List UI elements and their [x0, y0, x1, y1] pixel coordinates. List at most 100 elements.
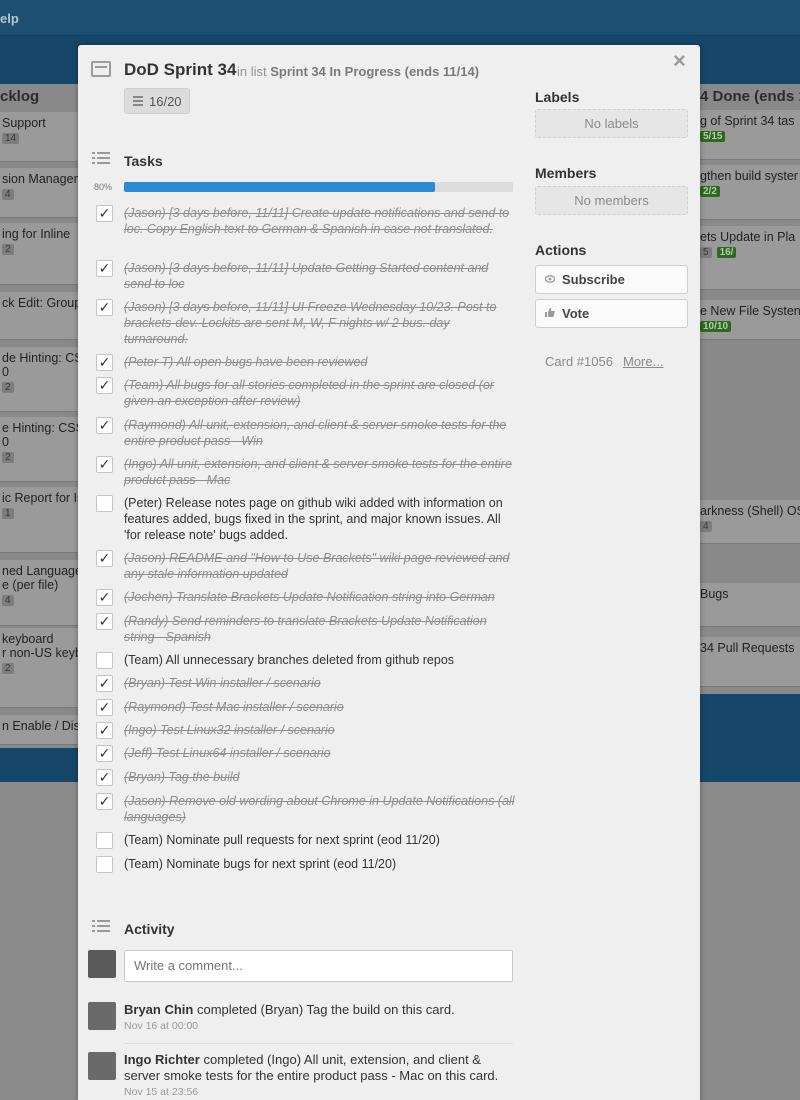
board-card[interactable]: de Hinting: CS 0 2 [0, 347, 79, 412]
board-card-title: ic Report for Is [2, 491, 79, 505]
card-list-info: in list Sprint 34 In Progress (ends 11/1… [237, 64, 479, 79]
board-card[interactable]: gthen build syster 2/2 [698, 165, 800, 220]
checklist-item-text[interactable]: (Jason) [3 days before, 11/11] UI Freeze… [124, 299, 516, 347]
activity-timestamp[interactable]: Nov 16 at 00:00 [124, 1020, 516, 1032]
checked-checkbox[interactable]: ✓ [96, 675, 113, 692]
checklist-item-text[interactable]: (Jason) [3 days before, 11/11] Update Ge… [124, 260, 516, 292]
top-header-bar: elp [0, 0, 800, 36]
checklist-item-text[interactable]: (Team) Nominate bugs for next sprint (eo… [124, 856, 516, 872]
checklist-item-text[interactable]: (Team) All unnecessary branches deleted … [124, 652, 516, 668]
unchecked-checkbox[interactable] [96, 856, 113, 873]
subscribe-button[interactable]: Subscribe [535, 265, 688, 294]
board-card[interactable]: ets Update in Pla 5 16/ [698, 226, 800, 290]
activity-text: Bryan Chin completed (Bryan) Tag the bui… [124, 1002, 516, 1018]
board-card-title: gthen build syster [700, 169, 798, 183]
labels-placeholder[interactable]: No labels [535, 109, 688, 138]
checklist-item: ✓ (Ingo) Test Linux32 installer / scenari… [96, 722, 516, 739]
board-card[interactable]: g of Sprint 34 tas 5/15 [698, 110, 800, 160]
unchecked-checkbox[interactable] [96, 832, 113, 849]
done-list: 4 Done (ends 11 g of Sprint 34 tas 5/15 gt… [698, 84, 800, 694]
board-card-title: ned Language [2, 564, 79, 578]
checklist-item-text[interactable]: (Raymond) All unit, extension, and clien… [124, 417, 516, 449]
in-list-prefix: in list [237, 64, 267, 79]
avatar[interactable] [88, 1052, 116, 1080]
members-placeholder[interactable]: No members [535, 186, 688, 215]
checklist-item-text[interactable]: (Team) Nominate pull requests for next s… [124, 832, 516, 848]
checklist-item: ✓ (Raymond) All unit, extension, and clie… [96, 417, 516, 449]
checked-checkbox[interactable]: ✓ [96, 456, 113, 473]
vote-label: Vote [562, 306, 590, 321]
board-card[interactable]: e Hinting: CSS 0 2 [0, 417, 79, 482]
checked-checkbox[interactable]: ✓ [96, 769, 113, 786]
checklist-item-text[interactable]: (Jason) Remove old wording about Chrome … [124, 793, 516, 825]
checked-checkbox[interactable]: ✓ [96, 260, 113, 277]
board-card[interactable]: keyboard r non-US keyb 2 [0, 628, 79, 708]
board-card-badge: 2 [2, 452, 14, 463]
checked-checkbox[interactable]: ✓ [96, 550, 113, 567]
checklist-item: ✓ (Jason) [3 days before, 11/11] UI Freez… [96, 299, 516, 347]
list-name-link[interactable]: Sprint 34 In Progress (ends 11/14) [270, 64, 479, 79]
activity-icon [92, 920, 110, 936]
avatar[interactable] [88, 1002, 116, 1030]
checklist-item-text[interactable]: (Bryan) Test Win installer / scenario [124, 675, 516, 691]
checklist-item-text[interactable]: (Jochen) Translate Brackets Update Notif… [124, 589, 516, 605]
board-card-title: ets Update in Pla [700, 230, 796, 244]
more-link[interactable]: More... [623, 354, 663, 369]
board-card[interactable]: sion Managem 4 [0, 168, 79, 218]
checked-checkbox[interactable]: ✓ [96, 589, 113, 606]
comment-input[interactable] [124, 950, 513, 982]
board-card[interactable]: ck Edit: Group [0, 292, 79, 340]
card-title[interactable]: DoD Sprint 34 [124, 60, 236, 80]
board-card[interactable]: e New File Systen 10/10 [698, 300, 800, 340]
checklist-item-text[interactable]: (Jason) README and "How to Use Brackets"… [124, 550, 516, 582]
current-user-avatar [88, 950, 116, 978]
board-card[interactable]: n Enable / Dis [0, 715, 79, 745]
activity-user[interactable]: Ingo Richter [124, 1052, 200, 1067]
checked-checkbox[interactable]: ✓ [96, 745, 113, 762]
board-card-title-line2: 0 [2, 365, 9, 379]
vote-button[interactable]: Vote [535, 299, 688, 328]
checked-checkbox[interactable]: ✓ [96, 377, 113, 394]
checklist-item-text[interactable]: (Ingo) All unit, extension, and client &… [124, 456, 516, 488]
board-card[interactable]: Support 14 [0, 112, 79, 162]
checklist-item: ✓ (Jason) [3 days before, 11/11] Create u… [96, 205, 516, 237]
board-card[interactable]: ned Language e (per file) 4 [0, 560, 79, 626]
board-card[interactable]: ing for Inline 2 [0, 223, 79, 285]
activity-timestamp[interactable]: Nov 15 at 23:56 [124, 1086, 516, 1098]
board-card[interactable]: Bugs [698, 583, 800, 627]
board-card-badge: 1 [2, 508, 14, 519]
board-card[interactable]: ic Report for Is 1 [0, 487, 79, 553]
board-card-title: keyboard [2, 632, 54, 646]
checklist-item-text[interactable]: (Peter T) All open bugs have been review… [124, 354, 516, 370]
checklist-item-text[interactable]: (Ingo) Test Linux32 installer / scenario [124, 722, 516, 738]
checked-checkbox[interactable]: ✓ [96, 299, 113, 316]
checklist-item-text[interactable]: (Jason) [3 days before, 11/11] Create up… [124, 205, 516, 237]
checked-checkbox[interactable]: ✓ [96, 699, 113, 716]
card-icon [91, 61, 111, 77]
unchecked-checkbox[interactable] [96, 652, 113, 669]
board-card-title: Bugs [700, 587, 729, 601]
checklist-item: ✓ (Randy) Send reminders to translate Bra… [96, 613, 516, 645]
checked-checkbox[interactable]: ✓ [96, 205, 113, 222]
checklist-item: ✓ (Bryan) Test Win installer / scenario [96, 675, 516, 692]
checklist-count-badge[interactable]: 16/20 [124, 88, 190, 114]
checklist-item-text[interactable]: (Randy) Send reminders to translate Brac… [124, 613, 516, 645]
checked-checkbox[interactable]: ✓ [96, 722, 113, 739]
checked-checkbox[interactable]: ✓ [96, 613, 113, 630]
checklist-item-text[interactable]: (Jeff) Test Linux64 installer / scenario [124, 745, 516, 761]
help-link[interactable]: elp [0, 11, 19, 26]
checked-checkbox[interactable]: ✓ [96, 793, 113, 810]
checklist-item: ✓ (Jason) [3 days before, 11/11] Update G… [96, 260, 516, 292]
checklist-item-text[interactable]: (Peter) Release notes page on github wik… [124, 495, 516, 543]
checklist-item-text[interactable]: (Bryan) Tag the build [124, 769, 516, 785]
board-card[interactable]: arkness (Shell) OS 4 [698, 500, 800, 544]
unchecked-checkbox[interactable] [96, 495, 113, 512]
checked-checkbox[interactable]: ✓ [96, 354, 113, 371]
checklist-item-text[interactable]: (Team) All bugs for all stories complete… [124, 377, 516, 409]
checklist-item-text[interactable]: (Raymond) Test Mac installer / scenario [124, 699, 516, 715]
board-card[interactable]: 34 Pull Requests [698, 637, 800, 687]
checked-checkbox[interactable]: ✓ [96, 417, 113, 434]
activity-user[interactable]: Bryan Chin [124, 1002, 193, 1017]
close-icon[interactable]: × [673, 50, 686, 72]
board-card-badge: 2 [2, 244, 14, 255]
